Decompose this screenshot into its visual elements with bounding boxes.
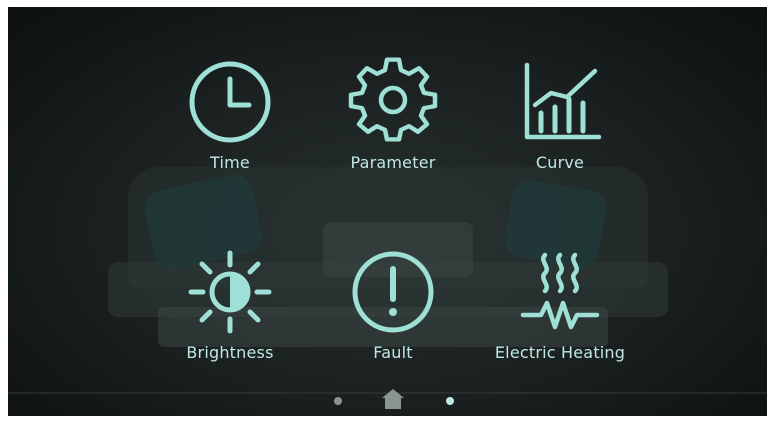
- menu-item-label: Brightness: [186, 343, 274, 362]
- clock-icon: [189, 61, 271, 143]
- menu-item-label: Electric Heating: [494, 343, 626, 362]
- menu-item-parameter[interactable]: Parameter: [303, 57, 483, 172]
- menu-item-label: Curve: [535, 153, 585, 172]
- bar-chart-trend-icon: [524, 62, 602, 140]
- menu-item-time[interactable]: Time: [140, 57, 320, 172]
- brightness-icon: [188, 250, 272, 334]
- alert-circle-icon: [352, 251, 434, 333]
- menu-item-fault[interactable]: Fault: [303, 247, 483, 362]
- home-icon[interactable]: [381, 388, 405, 410]
- menu-item-label: Parameter: [350, 153, 436, 172]
- menu-item-label: Fault: [373, 343, 413, 362]
- home-screen: Time Parameter Curve Brightness Fault El…: [8, 7, 767, 416]
- menu-item-label: Time: [210, 153, 250, 172]
- page-indicator-dot-active[interactable]: [446, 397, 454, 405]
- menu-item-curve[interactable]: Curve: [470, 57, 650, 172]
- heating-icon: [520, 252, 600, 330]
- menu-item-electric-heating[interactable]: Electric Heating: [470, 247, 650, 362]
- menu-item-brightness[interactable]: Brightness: [140, 247, 320, 362]
- bottom-navigation: [8, 385, 767, 415]
- gear-icon: [348, 57, 438, 142]
- page-indicator-dot[interactable]: [334, 397, 342, 405]
